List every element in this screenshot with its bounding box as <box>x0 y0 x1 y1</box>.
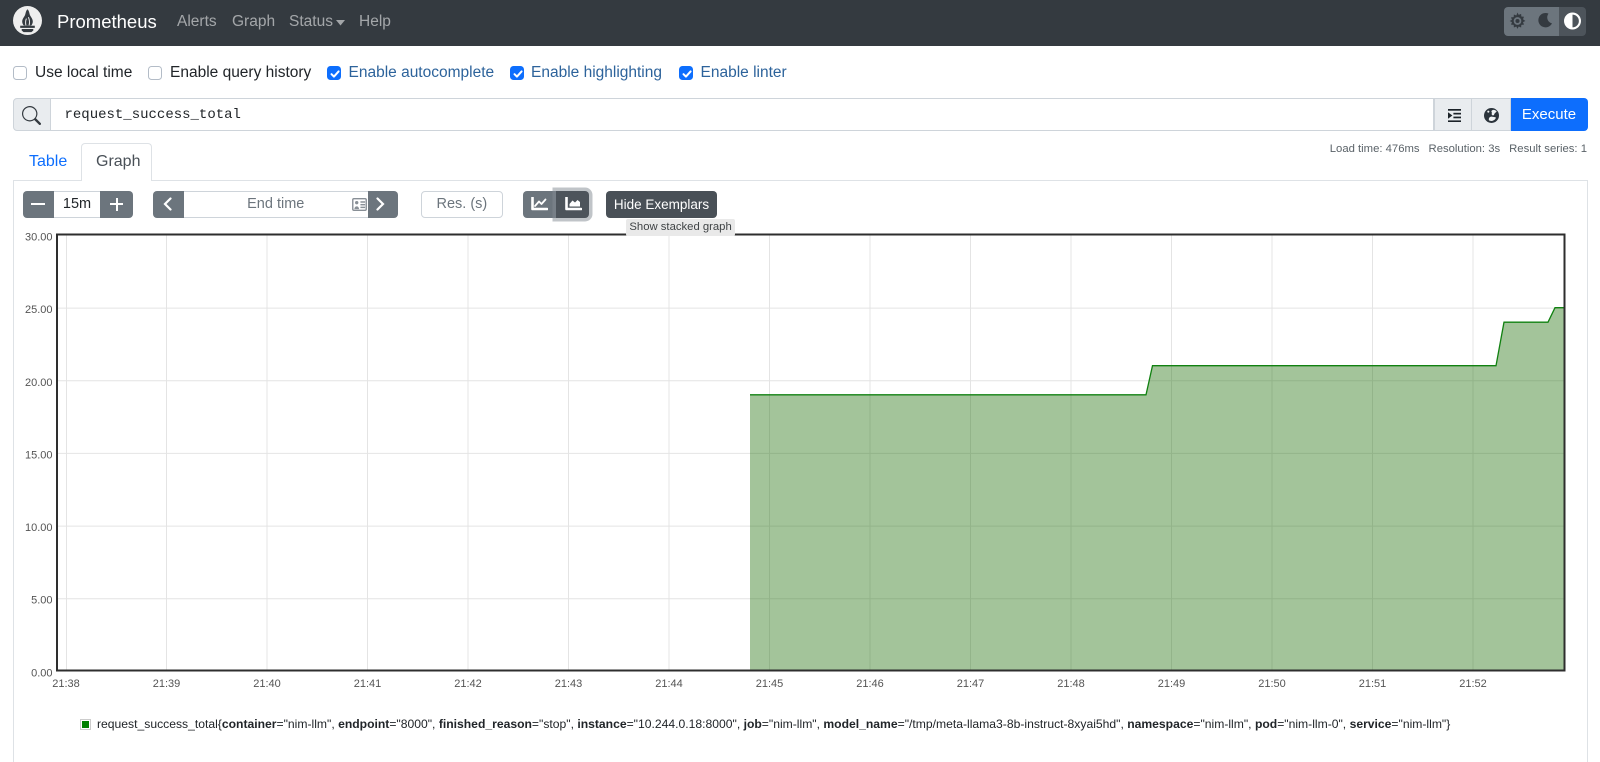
svg-text:21:38: 21:38 <box>52 678 80 690</box>
svg-text:21:42: 21:42 <box>454 678 482 690</box>
svg-text:21:47: 21:47 <box>957 678 985 690</box>
svg-text:15.00: 15.00 <box>25 449 53 461</box>
svg-text:20.00: 20.00 <box>25 377 53 389</box>
svg-text:5.00: 5.00 <box>31 595 52 607</box>
svg-text:21:41: 21:41 <box>354 678 382 690</box>
svg-text:21:52: 21:52 <box>1459 678 1487 690</box>
svg-text:21:44: 21:44 <box>655 678 683 690</box>
svg-text:21:50: 21:50 <box>1258 678 1286 690</box>
svg-text:10.00: 10.00 <box>25 522 53 534</box>
svg-text:25.00: 25.00 <box>25 304 53 316</box>
svg-text:21:51: 21:51 <box>1359 678 1387 690</box>
svg-text:21:48: 21:48 <box>1057 678 1085 690</box>
svg-text:21:46: 21:46 <box>856 678 884 690</box>
svg-text:21:49: 21:49 <box>1158 678 1186 690</box>
svg-text:30.00: 30.00 <box>25 231 53 243</box>
svg-text:21:43: 21:43 <box>555 678 583 690</box>
svg-text:21:40: 21:40 <box>253 678 281 690</box>
svg-text:0.00: 0.00 <box>31 667 52 679</box>
svg-text:21:39: 21:39 <box>153 678 181 690</box>
svg-text:21:45: 21:45 <box>756 678 784 690</box>
